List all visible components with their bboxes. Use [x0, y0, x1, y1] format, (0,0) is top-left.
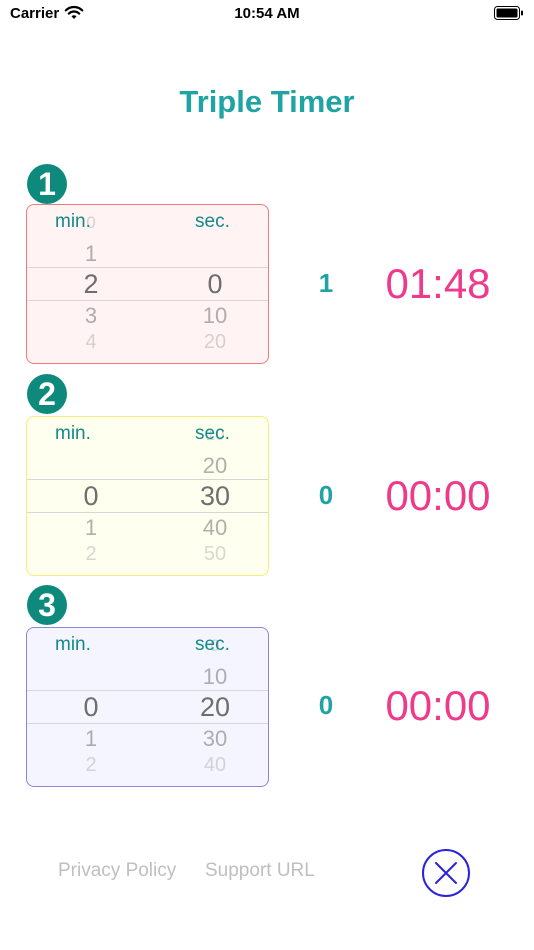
wheel-value: 30 — [202, 726, 228, 751]
wheel-selected-value: 20 — [199, 692, 231, 722]
timer-2-count: 0 — [318, 480, 334, 510]
seconds-label: sec. — [195, 634, 230, 655]
wheel-value: 3 — [84, 303, 98, 328]
timer-3-count: 0 — [318, 690, 334, 720]
wheel-value: 1 — [84, 241, 98, 266]
minutes-label: min. — [55, 211, 91, 232]
timer-1-badge: 1 — [27, 164, 67, 204]
timer-1-time: 01:48 — [385, 260, 491, 307]
wheel-selected-value: 30 — [199, 481, 231, 511]
wheel-value: 40 — [202, 515, 228, 540]
seconds-label: sec. — [195, 423, 230, 444]
support-url-link[interactable]: Support URL — [205, 860, 315, 882]
app-title: Triple Timer — [179, 84, 355, 119]
wheel-selected-value: 0 — [83, 481, 99, 511]
timer-3-picker[interactable]: 0 1 2 0 10 20 30 40 min. sec. — [26, 627, 269, 787]
status-time: 10:54 AM — [234, 5, 300, 22]
minutes-label: min. — [55, 634, 91, 655]
wheel-value: 40 — [203, 754, 227, 776]
timer-2-badge: 2 — [27, 374, 67, 414]
status-bar: Carrier 10:54 AM — [0, 0, 534, 30]
close-circle-icon[interactable] — [421, 848, 471, 898]
wheel-selected-value: 0 — [83, 692, 99, 722]
minutes-label: min. — [55, 423, 91, 444]
wheel-value: 10 — [202, 303, 228, 328]
wheel-value: 2 — [85, 754, 97, 776]
wheel-value: 1 — [84, 726, 98, 751]
wheel-value: 20 — [202, 453, 228, 478]
wheel-value: 4 — [85, 331, 97, 353]
battery-icon — [494, 6, 523, 20]
privacy-policy-link[interactable]: Privacy Policy — [58, 860, 176, 882]
seconds-label: sec. — [195, 211, 230, 232]
wheel-value: 20 — [203, 331, 227, 353]
timer-1-count: 1 — [318, 268, 334, 298]
wheel-value: 10 — [202, 664, 228, 689]
timer-3-badge: 3 — [27, 585, 67, 625]
wheel-value: 50 — [203, 543, 227, 565]
timer-1-picker[interactable]: 0 1 2 3 4 0 10 20 min. sec. — [26, 204, 269, 364]
wheel-value: 1 — [84, 515, 98, 540]
wheel-value: 2 — [85, 543, 97, 565]
timer-3-time: 00:00 — [385, 682, 491, 729]
wheel-selected-value: 0 — [207, 269, 223, 299]
wheel-selected-value: 2 — [83, 269, 99, 299]
timer-2-time: 00:00 — [385, 472, 491, 519]
timer-2-picker[interactable]: 0 1 2 10 20 30 40 50 min. sec. — [26, 416, 269, 576]
